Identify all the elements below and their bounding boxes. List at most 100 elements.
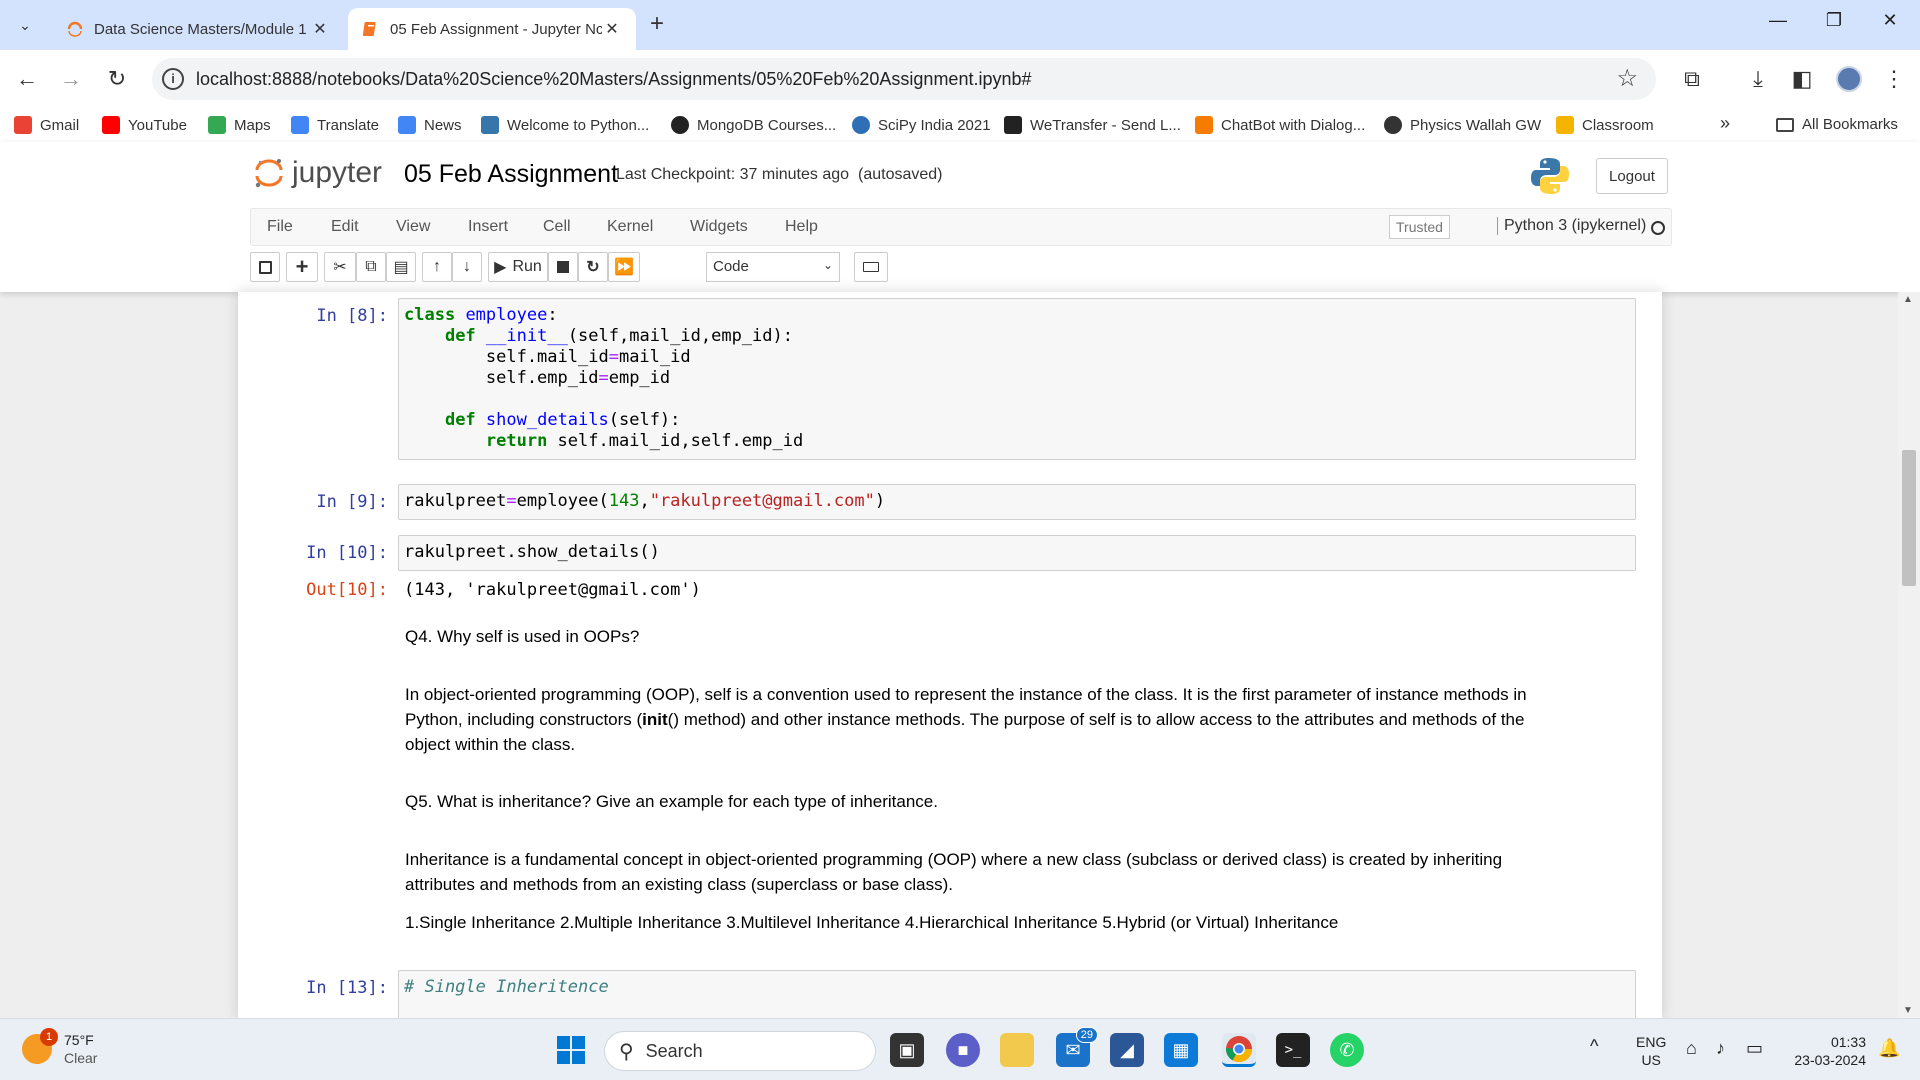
chrome-app[interactable] bbox=[1222, 1033, 1256, 1067]
forward-icon[interactable]: → bbox=[56, 64, 86, 94]
bookmark-scipy[interactable]: SciPy India 2021 bbox=[852, 116, 991, 134]
new-tab-button[interactable]: + bbox=[650, 10, 664, 38]
jupyter-logo[interactable]: jupyter bbox=[254, 156, 382, 190]
restart-run-all-button[interactable]: ⏩ bbox=[608, 252, 640, 282]
logout-button[interactable]: Logout bbox=[1596, 158, 1668, 194]
browser-tab-assignment[interactable]: 05 Feb Assignment - Jupyter Nc ✕ bbox=[348, 8, 636, 50]
move-down-button[interactable]: ↓ bbox=[452, 252, 482, 282]
reload-icon[interactable]: ↻ bbox=[102, 64, 132, 94]
mail-app[interactable]: ✉ 29 bbox=[1056, 1027, 1098, 1067]
menu-kernel[interactable]: Kernel bbox=[607, 218, 653, 236]
volume-icon[interactable]: ♪ bbox=[1716, 1039, 1725, 1057]
close-window-icon[interactable]: ✕ bbox=[1870, 10, 1910, 31]
kernel-name[interactable]: Python 3 (ipykernel) bbox=[1497, 217, 1646, 235]
fast-forward-icon: ⏩ bbox=[614, 259, 634, 276]
close-icon[interactable]: ✕ bbox=[602, 19, 622, 39]
menu-edit[interactable]: Edit bbox=[331, 218, 359, 236]
insert-cell-button[interactable]: + bbox=[286, 252, 318, 282]
kernel-idle-icon bbox=[1651, 221, 1665, 235]
bookmark-python[interactable]: Welcome to Python... bbox=[481, 116, 649, 134]
task-view-button[interactable]: ▣ bbox=[890, 1033, 924, 1067]
command-palette-button[interactable] bbox=[854, 252, 888, 282]
network-icon[interactable]: ⌂ bbox=[1686, 1039, 1697, 1057]
store-app[interactable]: ▦ bbox=[1164, 1033, 1198, 1067]
bookmark-classroom[interactable]: Classroom bbox=[1556, 116, 1654, 134]
task-view-icon: ▣ bbox=[898, 1039, 916, 1060]
bookmark-chatbot[interactable]: ChatBot with Dialog... bbox=[1195, 116, 1365, 134]
cell-8-input-prompt: In [8]: bbox=[316, 306, 388, 326]
cell-type-select[interactable]: Code ⌄ bbox=[706, 252, 840, 282]
close-icon[interactable]: ✕ bbox=[310, 19, 330, 39]
trusted-indicator[interactable]: Trusted bbox=[1389, 215, 1450, 239]
bookmark-star-icon[interactable]: ☆ bbox=[1616, 64, 1638, 93]
weather-widget[interactable]: 1 75°F Clear bbox=[22, 1028, 97, 1067]
start-button[interactable] bbox=[554, 1033, 588, 1067]
bookmark-mongodb[interactable]: MongoDB Courses... bbox=[671, 116, 836, 134]
download-icon[interactable]: ⤓ bbox=[1744, 66, 1772, 92]
back-icon[interactable]: ← bbox=[12, 64, 42, 94]
run-button[interactable]: ▶ Run bbox=[488, 252, 548, 282]
restore-icon[interactable]: ❐ bbox=[1814, 10, 1854, 31]
site-info-icon[interactable]: i bbox=[162, 68, 184, 90]
save-button[interactable] bbox=[250, 252, 280, 282]
bookmark-translate[interactable]: Translate bbox=[291, 116, 379, 134]
bookmark-wetransfer[interactable]: WeTransfer - Send L... bbox=[1004, 116, 1181, 134]
language-indicator[interactable]: ENG US bbox=[1636, 1033, 1666, 1069]
taskbar-search[interactable]: ⚲ Search bbox=[604, 1031, 876, 1071]
cell-13-code[interactable]: # Single Inheritence bbox=[398, 970, 1636, 1018]
menu-file[interactable]: File bbox=[267, 218, 293, 236]
cell-8-code[interactable]: class employee: def __init__(self,mail_i… bbox=[398, 298, 1636, 460]
side-panel-icon[interactable]: ◧ bbox=[1788, 66, 1816, 92]
scroll-up-icon[interactable]: ▲ bbox=[1903, 294, 1913, 305]
jupyter-page: jupyter 05 Feb Assignment Last Checkpoin… bbox=[0, 142, 1920, 1018]
notebook-container[interactable]: In [8]: class employee: def __init__(sel… bbox=[238, 292, 1662, 1018]
bookmark-gmail[interactable]: Gmail bbox=[14, 116, 79, 134]
bookmark-physics-wallah[interactable]: Physics Wallah GW bbox=[1384, 116, 1541, 134]
browser-tab-module[interactable]: Data Science Masters/Module 1 ✕ bbox=[52, 8, 344, 50]
cell-10-input-prompt: In [10]: bbox=[306, 543, 388, 563]
question-4: Q4. Why self is used in OOPs? bbox=[405, 627, 640, 646]
jupyter-logo-text: jupyter bbox=[292, 156, 383, 189]
move-up-button[interactable]: ↑ bbox=[422, 252, 452, 282]
copy-button[interactable]: ⧉ bbox=[356, 252, 386, 282]
profile-avatar[interactable] bbox=[1836, 66, 1862, 92]
restart-button[interactable]: ↻ bbox=[578, 252, 608, 282]
file-explorer-app[interactable] bbox=[1000, 1033, 1034, 1067]
battery-icon[interactable]: ▭ bbox=[1746, 1039, 1763, 1057]
bookmark-maps[interactable]: Maps bbox=[208, 116, 271, 134]
interrupt-button[interactable] bbox=[548, 252, 578, 282]
python-logo-icon bbox=[1531, 158, 1569, 194]
scrollbar-thumb[interactable] bbox=[1902, 450, 1916, 586]
show-hidden-icons[interactable]: ^ bbox=[1590, 1037, 1598, 1055]
cut-button[interactable]: ✂ bbox=[324, 252, 356, 282]
menu-insert[interactable]: Insert bbox=[468, 218, 508, 236]
paste-button[interactable]: ▤ bbox=[386, 252, 416, 282]
meet-app[interactable]: ■ bbox=[946, 1033, 980, 1067]
notifications-bell-icon[interactable]: 🔔 bbox=[1878, 1039, 1900, 1057]
wetransfer-icon bbox=[1004, 116, 1022, 134]
menu-widgets[interactable]: Widgets bbox=[690, 218, 748, 236]
clock[interactable]: 01:33 23-03-2024 bbox=[1788, 1033, 1866, 1069]
scroll-down-icon[interactable]: ▼ bbox=[1903, 1005, 1913, 1016]
menu-help[interactable]: Help bbox=[785, 218, 818, 236]
last-checkpoint: Last Checkpoint: 37 minutes ago bbox=[616, 166, 850, 183]
menu-kebab-icon[interactable]: ⋮ bbox=[1880, 66, 1908, 92]
bookmark-news[interactable]: News bbox=[398, 116, 462, 134]
menu-cell[interactable]: Cell bbox=[543, 218, 571, 236]
minimize-icon[interactable]: — bbox=[1758, 10, 1798, 31]
whatsapp-app[interactable]: ✆ bbox=[1330, 1033, 1364, 1067]
cell-10-code[interactable]: rakulpreet.show_details() bbox=[398, 535, 1636, 571]
cell-9-code[interactable]: rakulpreet=employee(143,"rakulpreet@gmai… bbox=[398, 484, 1636, 520]
tab-search-button[interactable]: ⌄ bbox=[10, 10, 40, 40]
page-scrollbar[interactable]: ▲ ▼ bbox=[1898, 292, 1920, 1018]
extensions-icon[interactable]: ⧉ bbox=[1678, 66, 1706, 92]
autosave-status: (autosaved) bbox=[858, 166, 943, 183]
menu-view[interactable]: View bbox=[396, 218, 430, 236]
terminal-app[interactable]: >_ bbox=[1276, 1033, 1310, 1067]
all-bookmarks-button[interactable]: All Bookmarks bbox=[1776, 116, 1898, 133]
address-bar[interactable]: i localhost:8888/notebooks/Data%20Scienc… bbox=[152, 58, 1656, 100]
notebook-title[interactable]: 05 Feb Assignment bbox=[404, 160, 618, 189]
visual-studio-app[interactable]: ◢ bbox=[1110, 1033, 1144, 1067]
bookmark-youtube[interactable]: YouTube bbox=[102, 116, 187, 134]
more-bookmarks-button[interactable]: » bbox=[1720, 113, 1730, 134]
